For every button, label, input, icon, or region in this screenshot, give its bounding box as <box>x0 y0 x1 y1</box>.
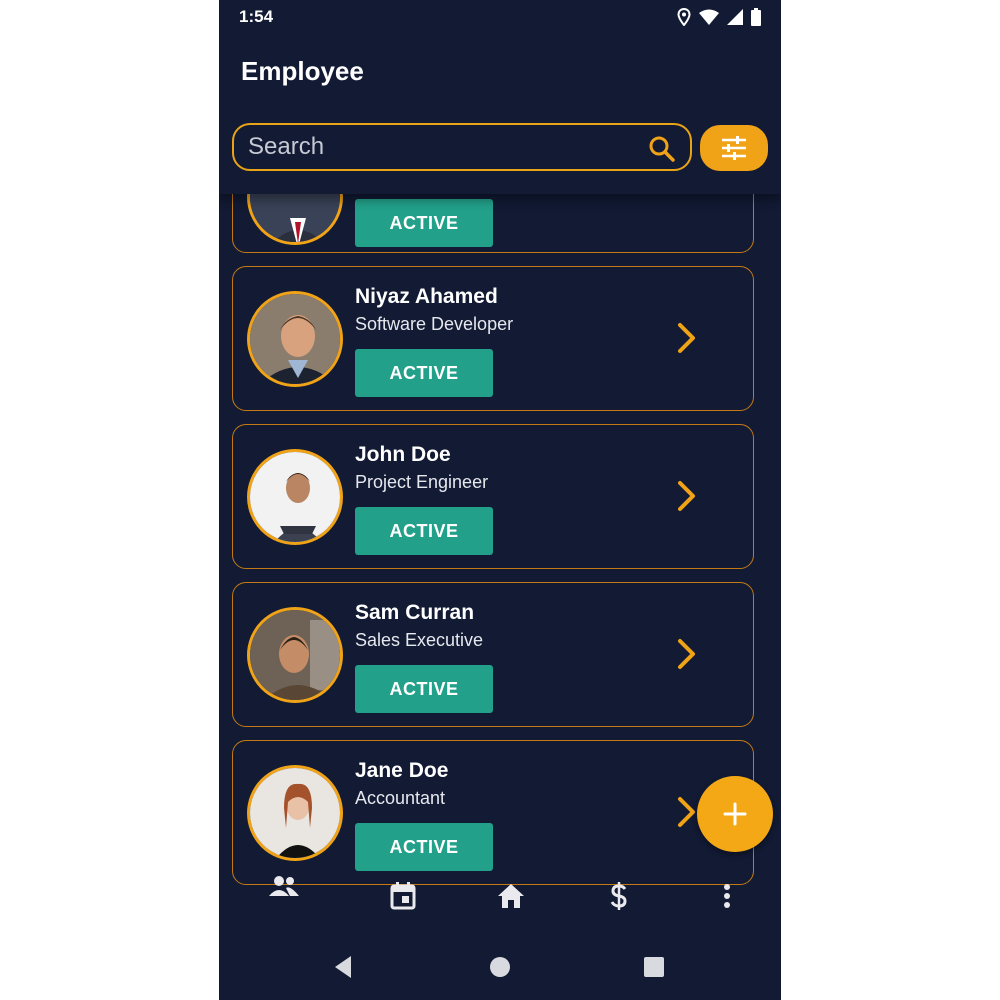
avatar <box>247 607 343 703</box>
status-bar: 1:54 <box>219 0 781 34</box>
status-badge: ACTIVE <box>355 665 493 713</box>
plus-icon <box>723 802 747 826</box>
employee-name: John Doe <box>355 443 451 466</box>
home-icon <box>498 884 524 908</box>
employee-name: Niyaz Ahamed <box>355 285 498 308</box>
wifi-icon <box>699 9 719 25</box>
search-icon[interactable] <box>648 135 676 163</box>
back-icon[interactable] <box>331 954 357 980</box>
recents-icon[interactable] <box>641 954 667 980</box>
status-badge: ACTIVE <box>355 349 493 397</box>
employee-name: Sam Curran <box>355 601 475 624</box>
app-bar: Employee <box>219 34 781 108</box>
employee-card[interactable]: John Doe Project Engineer ACTIVE <box>232 424 754 569</box>
status-time: 1:54 <box>239 7 274 26</box>
battery-icon <box>751 8 761 26</box>
add-employee-button[interactable] <box>697 776 773 852</box>
chevron-right-icon[interactable] <box>673 479 699 513</box>
avatar <box>247 291 343 387</box>
employee-card[interactable]: Jane Doe Accountant ACTIVE <box>232 740 754 885</box>
tune-icon <box>722 136 746 160</box>
page-title: Employee <box>241 56 364 86</box>
chevron-right-icon[interactable] <box>673 321 699 355</box>
filter-button[interactable] <box>700 125 768 171</box>
more-vert-icon <box>724 884 730 908</box>
search-box[interactable] <box>232 123 692 171</box>
nav-payments[interactable] <box>599 876 639 916</box>
employee-card[interactable]: Niyaz Ahamed Software Developer ACTIVE <box>232 266 754 411</box>
employee-role: Sales Executive <box>355 630 484 650</box>
home-button-icon[interactable] <box>487 954 513 980</box>
status-badge: ACTIVE <box>355 199 493 247</box>
employee-name: Jane Doe <box>355 759 449 782</box>
avatar <box>247 449 343 545</box>
people-icon <box>269 876 299 896</box>
dollar-icon <box>610 882 627 910</box>
status-icons <box>677 8 761 26</box>
employee-role: Project Engineer <box>355 472 489 492</box>
location-icon <box>677 8 691 26</box>
nav-calendar[interactable] <box>383 876 423 916</box>
nav-employees[interactable] <box>264 866 304 906</box>
employee-card[interactable]: Sam Curran Sales Executive ACTIVE <box>232 582 754 727</box>
employee-role: Software Developer <box>355 314 514 334</box>
chevron-right-icon[interactable] <box>673 795 699 829</box>
calendar-icon <box>390 882 416 910</box>
status-badge: ACTIVE <box>355 507 493 555</box>
nav-home[interactable] <box>491 876 531 916</box>
system-navigation-bar <box>219 930 781 1000</box>
chevron-right-icon[interactable] <box>673 637 699 671</box>
avatar <box>247 765 343 861</box>
phone-screen: ACTIVE Niyaz Ahamed Software Developer A… <box>219 0 781 1000</box>
search-row <box>219 108 781 194</box>
employee-role: Accountant <box>355 788 446 808</box>
nav-more[interactable] <box>707 876 747 916</box>
status-badge: ACTIVE <box>355 823 493 871</box>
bottom-navigation <box>219 866 781 930</box>
search-input[interactable] <box>246 133 636 161</box>
signal-icon <box>727 9 743 25</box>
